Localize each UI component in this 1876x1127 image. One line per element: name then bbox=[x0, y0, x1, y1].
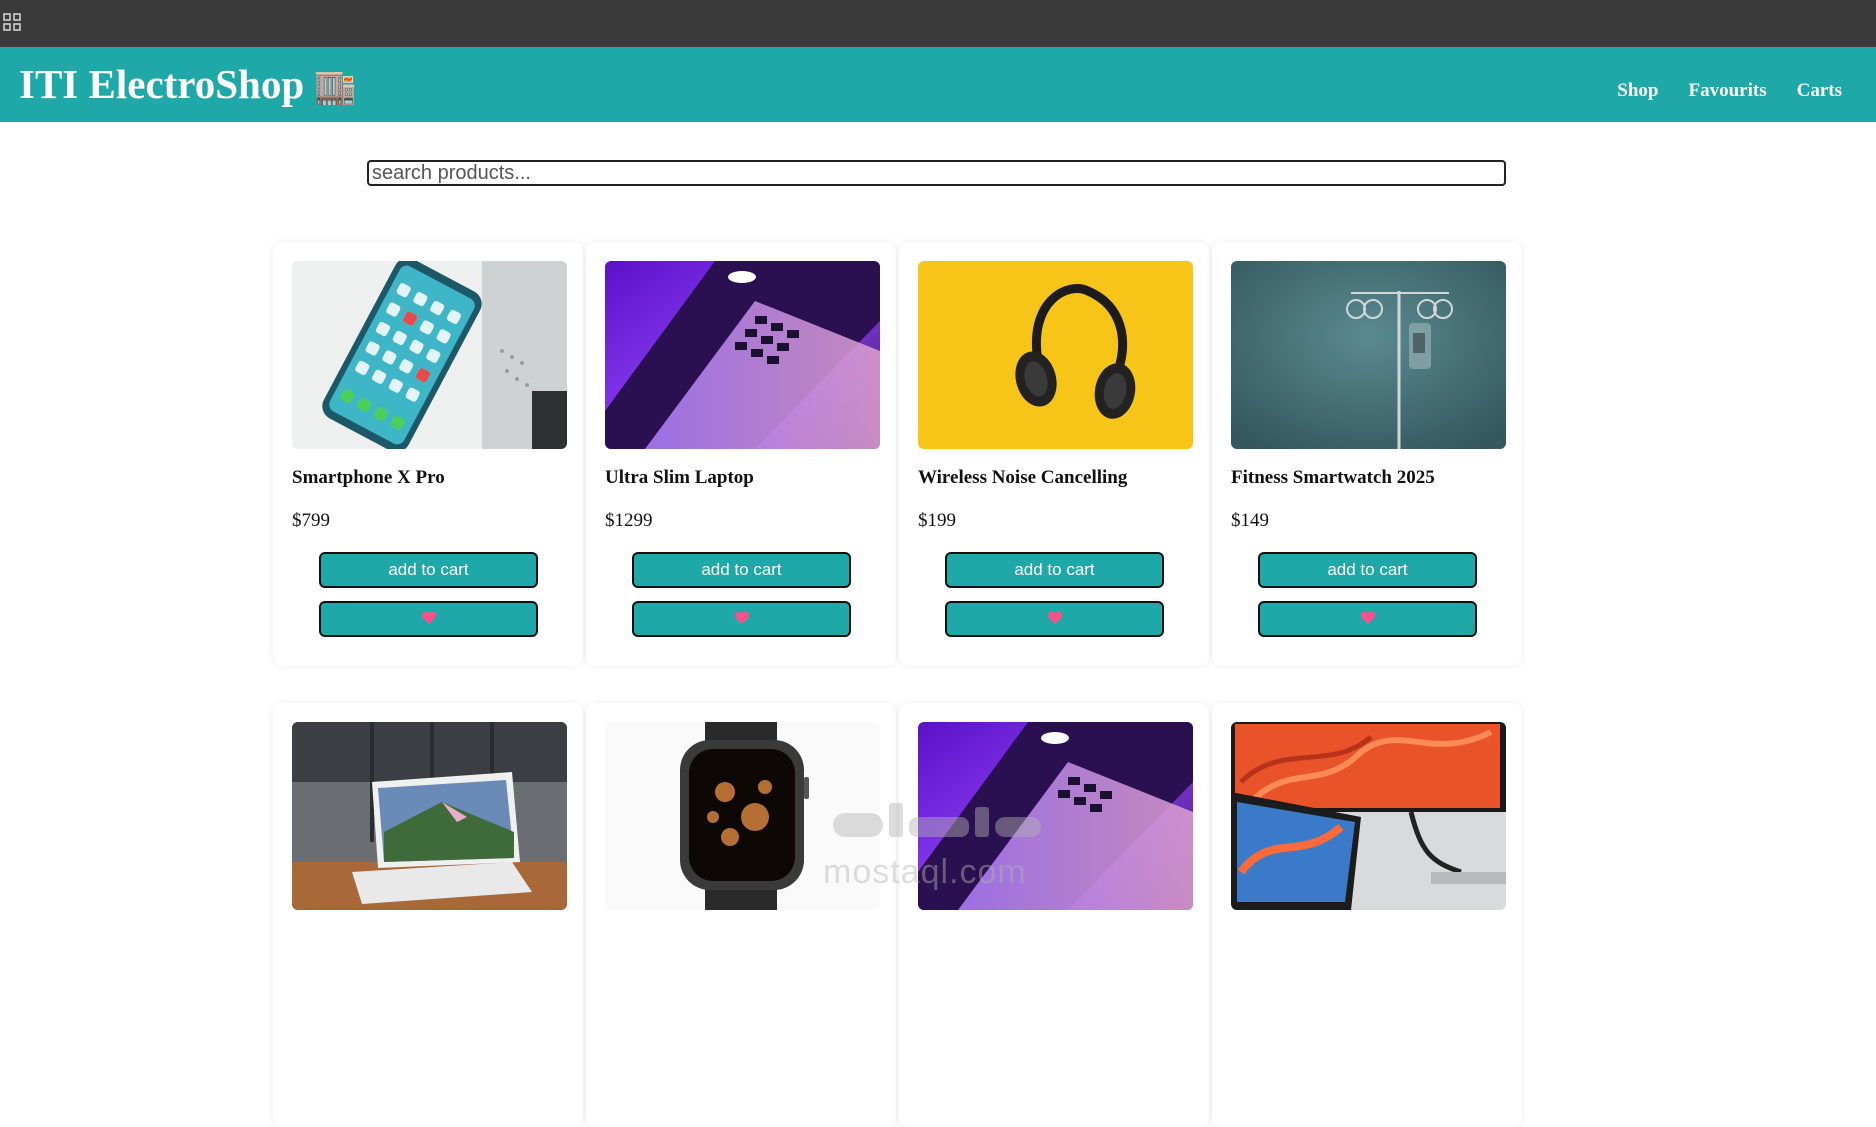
store-icon: 🏬 bbox=[314, 67, 357, 107]
brand-logo[interactable]: ITI ElectroShop 🏬 bbox=[19, 61, 357, 110]
product-card bbox=[273, 703, 583, 1127]
favourite-button[interactable] bbox=[945, 601, 1164, 637]
heart-icon bbox=[1047, 611, 1062, 625]
heart-icon bbox=[734, 611, 749, 625]
add-to-cart-button[interactable]: add to cart bbox=[319, 552, 538, 588]
smartphone-image[interactable] bbox=[292, 261, 567, 449]
browser-topbar bbox=[0, 0, 1876, 47]
heart-icon bbox=[1360, 611, 1375, 625]
favourite-button[interactable] bbox=[632, 601, 851, 637]
apps-grid-icon[interactable] bbox=[3, 13, 21, 31]
favourite-button[interactable] bbox=[319, 601, 538, 637]
favourite-button[interactable] bbox=[1258, 601, 1477, 637]
search-input[interactable] bbox=[367, 160, 1506, 186]
product-price: $199 bbox=[918, 510, 956, 531]
product-card: Wireless Noise Cancelling $199 add to ca… bbox=[899, 242, 1209, 666]
product-card bbox=[899, 703, 1209, 1127]
nav-carts-link[interactable]: Carts bbox=[1797, 80, 1842, 102]
headphones-image[interactable] bbox=[918, 261, 1193, 449]
product-card: Fitness Smartwatch 2025 $149 add to cart bbox=[1212, 242, 1522, 666]
product-card bbox=[586, 703, 896, 1127]
product-name: Smartphone X Pro bbox=[292, 467, 445, 488]
laptop-image[interactable] bbox=[605, 261, 880, 449]
site-navbar: ITI ElectroShop 🏬 Shop Favourits Carts bbox=[0, 47, 1876, 122]
product-price: $1299 bbox=[605, 510, 653, 531]
add-to-cart-button[interactable]: add to cart bbox=[1258, 552, 1477, 588]
brand-title: ITI ElectroShop bbox=[19, 61, 305, 107]
product-price: $149 bbox=[1231, 510, 1269, 531]
laptop-image[interactable] bbox=[918, 722, 1193, 910]
nav-favourites-link[interactable]: Favourits bbox=[1689, 80, 1767, 102]
product-name: Ultra Slim Laptop bbox=[605, 467, 754, 488]
product-card bbox=[1212, 703, 1522, 1127]
heart-icon bbox=[421, 611, 436, 625]
add-to-cart-button[interactable]: add to cart bbox=[632, 552, 851, 588]
nav-links: Shop Favourits Carts bbox=[1617, 80, 1842, 102]
monitor-laptop-image[interactable] bbox=[1231, 722, 1506, 910]
product-card: Smartphone X Pro $799 add to cart bbox=[273, 242, 583, 666]
product-name: Fitness Smartwatch 2025 bbox=[1231, 467, 1435, 488]
product-card: Ultra Slim Laptop $1299 add to cart bbox=[586, 242, 896, 666]
iv-stand-image[interactable] bbox=[1231, 261, 1506, 449]
product-price: $799 bbox=[292, 510, 330, 531]
add-to-cart-button[interactable]: add to cart bbox=[945, 552, 1164, 588]
smartwatch-image[interactable] bbox=[605, 722, 880, 910]
laptop-landscape-image[interactable] bbox=[292, 722, 567, 910]
product-name: Wireless Noise Cancelling bbox=[918, 467, 1128, 488]
nav-shop-link[interactable]: Shop bbox=[1617, 80, 1658, 102]
